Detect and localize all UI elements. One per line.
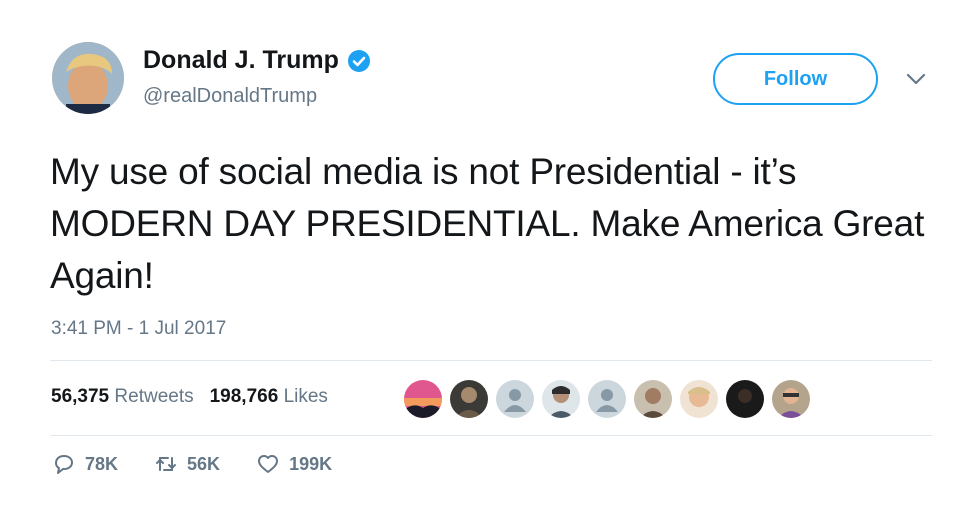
- liker-avatar[interactable]: [680, 380, 718, 418]
- engagement-stats: 56,375 Retweets 198,766 Likes: [51, 386, 328, 408]
- likes-stat[interactable]: 198,766 Likes: [210, 386, 328, 408]
- liker-avatars: [404, 380, 810, 418]
- retweets-stat[interactable]: 56,375 Retweets: [51, 386, 194, 408]
- tweet-timestamp[interactable]: 3:41 PM - 1 Jul 2017: [51, 318, 226, 340]
- divider: [50, 360, 932, 361]
- reply-icon: [55, 455, 73, 474]
- retweets-label: Retweets: [114, 386, 194, 407]
- likes-label: Likes: [283, 386, 328, 407]
- tweet-actions: 78K 56K 199K: [52, 452, 368, 476]
- liker-avatar[interactable]: [542, 380, 580, 418]
- liker-avatar[interactable]: [404, 380, 442, 418]
- liker-avatar[interactable]: [726, 380, 764, 418]
- default-avatar-icon[interactable]: [496, 380, 534, 418]
- like-button[interactable]: 199K: [256, 452, 332, 476]
- verified-badge-icon: [347, 49, 370, 72]
- retweet-icon: [156, 457, 177, 471]
- author-name-text: Donald J. Trump: [143, 46, 339, 74]
- likes-count: 198,766: [209, 386, 279, 407]
- liker-avatar[interactable]: [450, 380, 488, 418]
- reply-button[interactable]: 78K: [52, 452, 118, 476]
- retweet-button[interactable]: 56K: [154, 452, 220, 476]
- author-handle[interactable]: @realDonaldTrump: [143, 85, 317, 108]
- liker-avatar[interactable]: [772, 380, 810, 418]
- chevron-down-icon[interactable]: [905, 72, 927, 86]
- retweets-count: 56,375: [51, 386, 110, 407]
- retweet-count: 56K: [187, 453, 221, 474]
- tweet-text: My use of social media is not Presidenti…: [50, 151, 925, 296]
- author-avatar[interactable]: [52, 42, 124, 114]
- follow-button[interactable]: Follow: [713, 53, 878, 105]
- default-avatar-icon[interactable]: [588, 380, 626, 418]
- heart-icon: [258, 455, 279, 473]
- like-count: 199K: [289, 453, 333, 474]
- reply-count: 78K: [85, 453, 119, 474]
- author-name[interactable]: Donald J. Trump: [143, 46, 371, 75]
- liker-avatar[interactable]: [634, 380, 672, 418]
- divider: [50, 435, 932, 436]
